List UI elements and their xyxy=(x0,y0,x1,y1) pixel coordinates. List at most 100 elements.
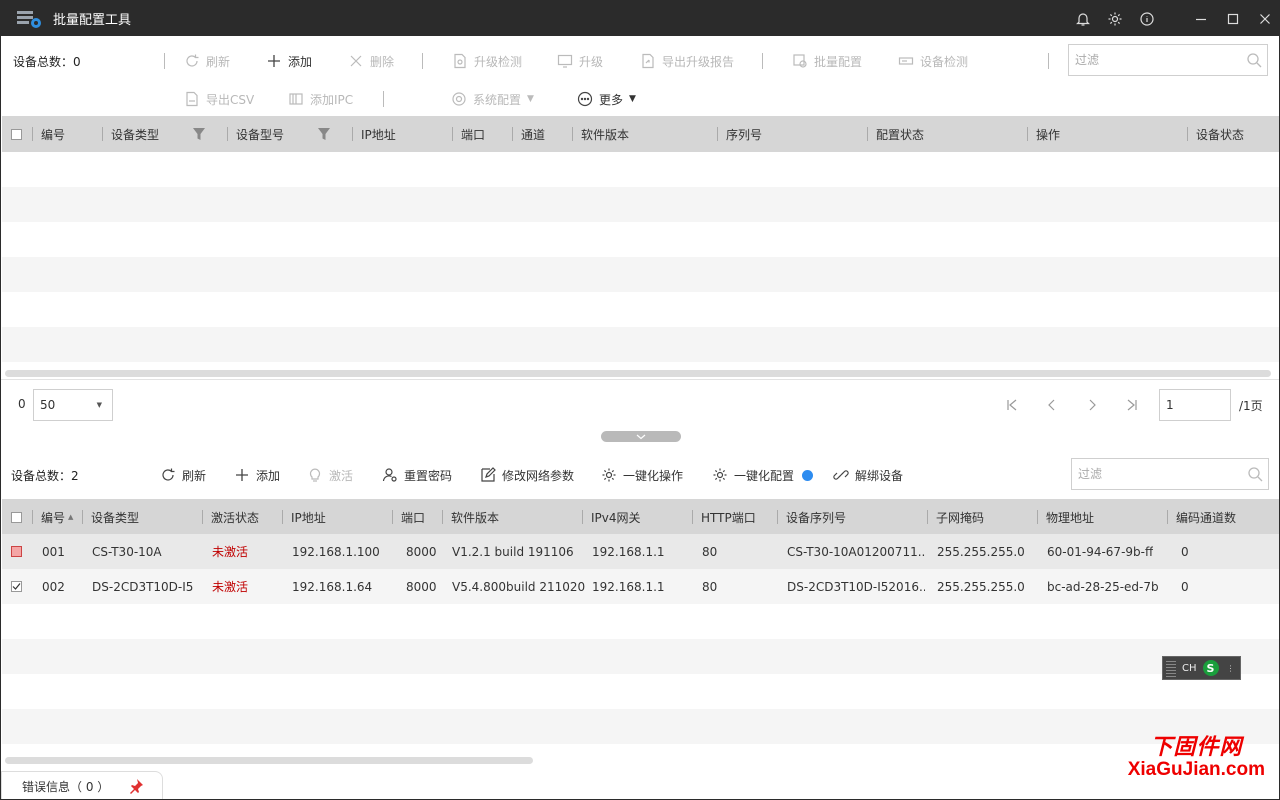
refresh-button[interactable]: 刷新 xyxy=(184,47,230,75)
next-page-icon[interactable] xyxy=(1082,395,1102,415)
column-header[interactable]: 设备型号 xyxy=(236,116,284,152)
maximize-icon[interactable] xyxy=(1217,1,1249,36)
top-filter-input[interactable] xyxy=(1069,46,1242,74)
bottom-filter-input[interactable] xyxy=(1072,460,1243,488)
table-row xyxy=(2,222,1279,257)
column-header[interactable]: 设备状态 xyxy=(1196,116,1244,152)
activation-status: 未激活 xyxy=(212,545,249,559)
bottom-filter-box xyxy=(1071,458,1269,490)
search-icon[interactable] xyxy=(1242,459,1268,489)
panel-splitter-handle[interactable] xyxy=(601,431,681,442)
gear-icon xyxy=(601,467,617,483)
column-header[interactable]: 子网掩码 xyxy=(936,499,984,535)
column-header[interactable]: 通道 xyxy=(521,116,545,152)
one-click-operation-button[interactable]: 一键化操作 xyxy=(601,461,683,489)
pin-icon[interactable] xyxy=(128,778,144,797)
last-page-icon[interactable] xyxy=(1122,395,1142,415)
column-header[interactable]: 物理地址 xyxy=(1046,499,1094,535)
select-all-checkbox[interactable] xyxy=(11,511,22,523)
column-header[interactable]: IPv4网关 xyxy=(591,499,641,535)
column-header[interactable]: 软件版本 xyxy=(581,116,629,152)
unlink-icon xyxy=(833,467,849,483)
top-horizontal-scrollbar[interactable] xyxy=(5,370,1271,377)
column-header[interactable]: 序列号 xyxy=(726,116,762,152)
table-row[interactable]: 002 DS-2CD3T10D-I5 未激活 192.168.1.64 8000… xyxy=(2,569,1279,604)
page-size-select[interactable]: 50 ▼ xyxy=(33,389,113,421)
pagination-bar: 0 50 ▼ 1 /1页 xyxy=(1,379,1279,429)
column-header[interactable]: 操作 xyxy=(1036,116,1060,152)
first-page-icon[interactable] xyxy=(1002,395,1022,415)
one-click-config-button[interactable]: 一键化配置 xyxy=(712,461,814,489)
filter-funnel-icon[interactable] xyxy=(317,116,331,152)
system-config-dropdown[interactable]: 系统配置 ▼ xyxy=(451,85,534,113)
column-header[interactable]: 编码通道数 xyxy=(1176,499,1236,535)
export-file-icon xyxy=(184,91,200,107)
close-icon[interactable] xyxy=(1249,1,1279,36)
info-dot-icon[interactable] xyxy=(802,469,814,481)
settings-gear-icon[interactable] xyxy=(1099,1,1131,36)
column-header[interactable]: 软件版本 xyxy=(451,499,499,535)
bottom-table-header: 编号 ▲ 设备类型 激活状态 IP地址 端口 软件版本 IPv4网关 HTTP端口… xyxy=(2,499,1279,535)
table-row xyxy=(2,674,1279,709)
delete-button[interactable]: 删除 xyxy=(348,47,394,75)
export-upgrade-report-button[interactable]: 导出升级报告 xyxy=(640,47,734,75)
row-checkbox[interactable] xyxy=(11,546,22,557)
monitor-icon xyxy=(557,53,573,69)
page-total-label: /1页 xyxy=(1239,399,1263,413)
plus-icon xyxy=(266,53,282,69)
table-row xyxy=(2,604,1279,639)
info-icon[interactable] xyxy=(1131,1,1163,36)
add-online-button[interactable]: 添加 xyxy=(234,461,280,489)
upgrade-button[interactable]: 升级 xyxy=(557,47,603,75)
refresh-icon xyxy=(160,467,176,483)
row-checkbox-checked[interactable] xyxy=(11,581,22,592)
minimize-icon[interactable] xyxy=(1185,1,1217,36)
column-header[interactable]: 设备类型 xyxy=(91,499,139,535)
select-all-checkbox[interactable] xyxy=(11,128,22,140)
export-csv-button[interactable]: 导出CSV xyxy=(184,85,254,113)
device-check-button[interactable]: 设备检测 xyxy=(898,47,968,75)
column-header[interactable]: 端口 xyxy=(461,116,485,152)
column-header[interactable]: 激活状态 xyxy=(211,499,259,535)
column-header[interactable]: 设备类型 xyxy=(111,116,159,152)
table-row[interactable]: 001 CS-T30-10A 未激活 192.168.1.100 8000 V1… xyxy=(2,534,1279,569)
unbind-device-button[interactable]: 解绑设备 xyxy=(833,461,903,489)
column-header[interactable]: 编号 xyxy=(41,116,65,152)
column-header[interactable]: 编号 ▲ xyxy=(41,499,73,535)
upgrade-check-button[interactable]: 升级检测 xyxy=(452,47,522,75)
column-header[interactable]: IP地址 xyxy=(291,499,326,535)
x-icon xyxy=(348,53,364,69)
app-logo-icon xyxy=(17,9,43,29)
more-dropdown[interactable]: 更多 ▼ xyxy=(577,85,636,113)
title-bar: 批量配置工具 xyxy=(1,1,1279,36)
top-filter-box xyxy=(1068,44,1268,76)
refresh-online-button[interactable]: 刷新 xyxy=(160,461,206,489)
column-header[interactable]: HTTP端口 xyxy=(701,499,756,535)
watermark: 下固件网 XiaGuJian.com xyxy=(1127,734,1265,780)
bottom-horizontal-scrollbar[interactable] xyxy=(5,757,533,764)
column-header[interactable]: 设备序列号 xyxy=(786,499,846,535)
batch-config-button[interactable]: 批量配置 xyxy=(792,47,862,75)
gear-icon xyxy=(712,467,728,483)
sort-ascending-icon: ▲ xyxy=(68,513,74,521)
search-icon[interactable] xyxy=(1241,45,1267,75)
column-header[interactable]: IP地址 xyxy=(361,116,396,152)
filter-funnel-icon[interactable] xyxy=(192,116,206,152)
activation-status: 未激活 xyxy=(212,580,249,594)
add-ipc-button[interactable]: 添加IPC xyxy=(288,85,353,113)
ime-menu-icon: ⋮ xyxy=(1226,663,1235,673)
reset-password-button[interactable]: 重置密码 xyxy=(382,461,452,489)
table-row xyxy=(2,187,1279,222)
refresh-icon xyxy=(184,53,200,69)
bell-icon[interactable] xyxy=(1067,1,1099,36)
column-header[interactable]: 端口 xyxy=(401,499,425,535)
activate-button[interactable]: 激活 xyxy=(307,461,353,489)
add-button[interactable]: 添加 xyxy=(266,47,312,75)
page-number-input[interactable]: 1 xyxy=(1159,389,1231,421)
ime-indicator[interactable]: CH S ⋮ xyxy=(1162,656,1241,680)
modify-network-params-button[interactable]: 修改网络参数 xyxy=(480,461,574,489)
error-info-tab[interactable]: 错误信息（ 0 ） xyxy=(1,771,163,799)
column-header[interactable]: 配置状态 xyxy=(876,116,924,152)
table-row xyxy=(2,257,1279,292)
prev-page-icon[interactable] xyxy=(1042,395,1062,415)
